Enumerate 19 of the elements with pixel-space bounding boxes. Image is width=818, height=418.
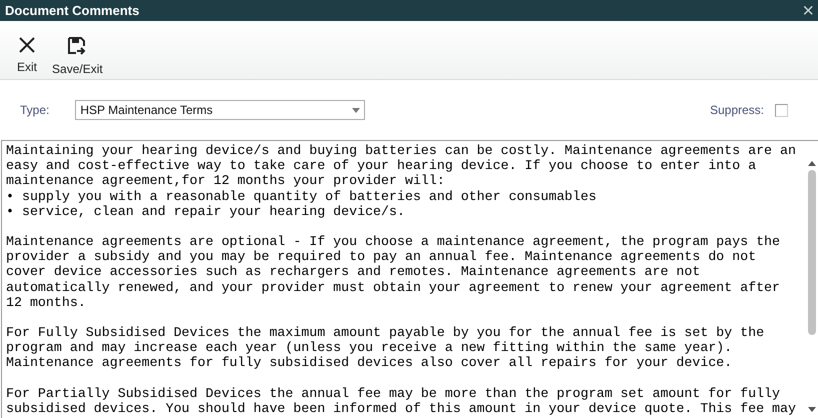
comment-paragraph: For Partially Subsidised Devices the annual fee may be more than the program set amount for fully subsidised devices. You should have been informed of this amount in your device quote. This fee may (6, 386, 797, 416)
comment-paragraph: For Fully Subsidised Devices the maximum amount payable by you for the annual fee is set by the program and may increase each year (unless you receive a new fitting within the same year). Maintenance agreements for fully subsidised devices also cover all repairs for your device. (6, 325, 766, 371)
exit-button[interactable]: Exit (17, 36, 38, 74)
type-label: Type: (20, 103, 50, 117)
type-dropdown[interactable]: HSP Maintenance Terms (75, 100, 366, 120)
comment-textarea[interactable] (1, 140, 818, 418)
suppress-label: Suppress: (710, 103, 764, 117)
scroll-up-icon[interactable] (808, 161, 816, 166)
window-title: Document Comments (5, 3, 140, 18)
caret-icon (352, 108, 360, 112)
scrollbar-thumb[interactable] (808, 170, 816, 335)
scroll-down-icon[interactable] (808, 407, 816, 412)
comment-paragraph: Maintaining your hearing device/s and buying batteries can be costly. Maintenance agreements are an easy and cost-effective way to take care of your hearing device. If you choose to enter into a maintenance agreement,for 12 months your provider will: • supply you with a reasonable quantity of batteries and other consumables • service, clean and repair your hearing device/s. (6, 143, 797, 220)
save-exit-button[interactable]: Save/Exit (52, 36, 103, 76)
close-button[interactable]: × (798, 2, 818, 20)
comment-paragraph: Maintenance agreements are optional - If you choose a maintenance agreement, the program pays the provider a subsidy and you may be required to pay an annual fee. Maintenance agreements do not cover device accessories such as rechargers and remotes. Maintenance agreements are not automatically renewed, and your provider must obtain your agreement to renew your agreement after 12 months. (6, 234, 782, 310)
suppress-checkbox[interactable] (775, 104, 788, 116)
save-icon (67, 36, 88, 56)
close-icon (18, 36, 36, 54)
